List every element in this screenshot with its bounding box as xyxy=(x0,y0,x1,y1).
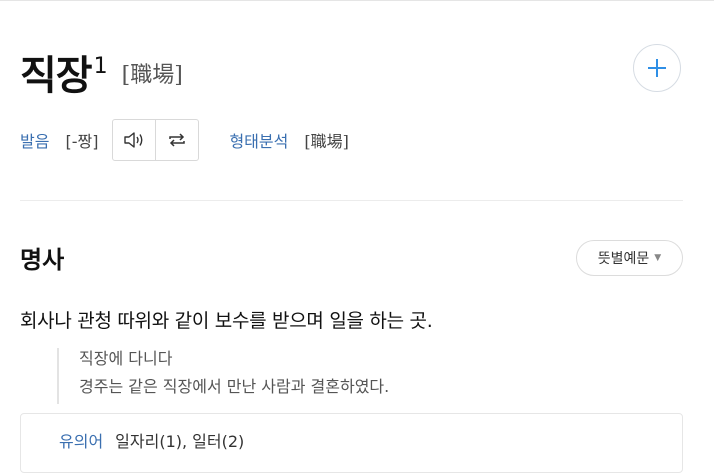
caret-down-icon: ▼ xyxy=(654,253,662,263)
example-sentence: 직장에 다니다 xyxy=(79,348,172,370)
audio-controls xyxy=(112,119,200,161)
synonym-label: 유의어 xyxy=(59,432,104,451)
headword-block: 직장 1 [職場] xyxy=(20,50,183,106)
example-text: 에 다니다 xyxy=(108,349,173,368)
plus-icon xyxy=(648,59,666,77)
example-text: 에서 만난 사람과 결혼하였다. xyxy=(192,377,390,396)
pronunciation-row: 발음 [-짱] 형태분석 [職場] xyxy=(20,118,349,162)
repeat-icon xyxy=(169,133,186,147)
repeat-pronunciation-button[interactable] xyxy=(155,120,198,160)
sort-button-label: 뜻별예문 xyxy=(597,251,650,267)
morphology-link[interactable]: 형태분석 xyxy=(229,128,288,152)
examples-block: 직장에 다니다 경주는 같은 직장에서 만난 사람과 결혼하였다. xyxy=(57,348,559,404)
section-divider xyxy=(20,200,683,201)
homonym-number: 1 xyxy=(93,54,108,79)
headword-hanja: [職場] xyxy=(121,63,183,88)
definition-text: 회사나 관청 따위와 같이 보수를 받으며 일을 하는 곳. xyxy=(20,310,433,332)
part-of-speech: 명사 xyxy=(20,246,65,274)
morphology-value: [職場] xyxy=(304,132,349,151)
example-sentence: 경주는 같은 직장에서 만난 사람과 결혼하였다. xyxy=(79,376,389,398)
add-to-wordbook-button[interactable] xyxy=(633,44,681,92)
synonym-box: 유의어 일자리(1), 일터(2) xyxy=(20,413,683,473)
headword: 직장 xyxy=(20,53,93,99)
example-text: 경주는 같은 xyxy=(79,377,163,396)
pronunciation-value: [-짱] xyxy=(65,132,99,151)
example-keyword: 직장 xyxy=(79,349,109,368)
speaker-icon xyxy=(124,132,143,148)
pronunciation-label: 발음 xyxy=(20,132,50,151)
top-border xyxy=(0,0,714,1)
example-keyword: 직장 xyxy=(162,377,193,396)
sort-by-meaning-button[interactable]: 뜻별예문 ▼ xyxy=(576,240,683,276)
play-pronunciation-button[interactable] xyxy=(113,120,155,160)
synonym-words[interactable]: 일자리(1), 일터(2) xyxy=(115,430,244,454)
synonym-row: 유의어 일자리(1), 일터(2) xyxy=(59,430,244,454)
